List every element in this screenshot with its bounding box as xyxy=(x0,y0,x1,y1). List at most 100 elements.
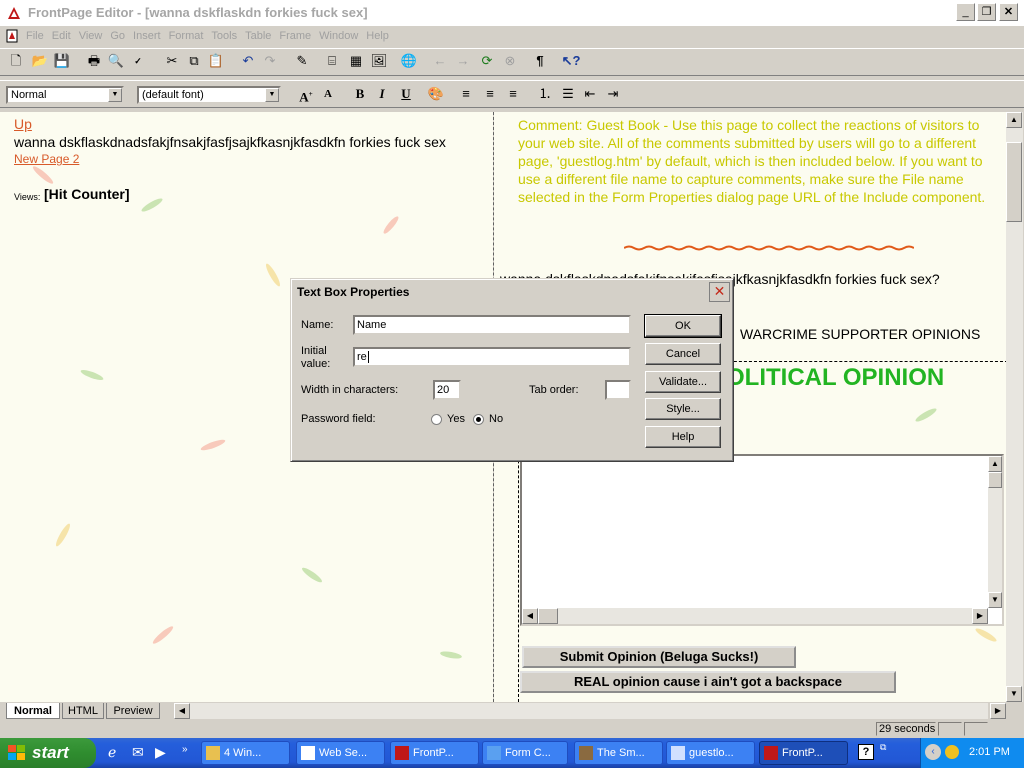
width-field[interactable]: 20 xyxy=(433,380,461,400)
menu-file[interactable]: File xyxy=(22,27,48,45)
start-button[interactable]: start xyxy=(0,738,96,768)
minimize-button[interactable]: _ xyxy=(956,3,975,21)
bulleted-list-icon[interactable]: ☰ xyxy=(558,84,578,104)
ok-button[interactable]: OK xyxy=(644,314,722,338)
name-field[interactable]: Name xyxy=(353,315,631,335)
forward-icon[interactable]: → xyxy=(453,51,473,71)
task-the-sm[interactable]: The Sm... xyxy=(574,741,663,765)
show-paragraph-icon[interactable]: ¶ xyxy=(530,51,550,71)
submit-opinion-button[interactable]: Submit Opinion (Beluga Sucks!) xyxy=(522,646,796,668)
cancel-button[interactable]: Cancel xyxy=(645,343,721,365)
textarea-vscroll[interactable]: ▲ ▼ xyxy=(988,456,1002,608)
menu-table[interactable]: Table xyxy=(241,27,275,45)
task-windows-explorer[interactable]: 4 Win... xyxy=(201,741,290,765)
document-icon[interactable] xyxy=(4,28,20,44)
increase-font-icon[interactable]: A+ xyxy=(296,84,316,104)
menu-view[interactable]: View xyxy=(75,27,107,45)
underline-button[interactable]: U xyxy=(396,84,416,104)
close-button[interactable]: ✕ xyxy=(999,3,1018,21)
right-frame-scrollbar[interactable]: ▲ ▼ xyxy=(1006,112,1023,702)
print-preview-icon[interactable]: 🔍 xyxy=(106,51,126,71)
hyperlink-icon[interactable]: 🌐 xyxy=(399,51,419,71)
scroll-left-icon[interactable]: ◀ xyxy=(522,608,538,624)
help-button[interactable]: Help xyxy=(645,426,721,448)
stop-icon[interactable]: ⊗ xyxy=(500,51,520,71)
save-icon[interactable]: 💾 xyxy=(52,51,72,71)
scroll-right-icon[interactable]: ▶ xyxy=(990,703,1006,719)
menu-go[interactable]: Go xyxy=(106,27,129,45)
real-opinion-button[interactable]: REAL opinion cause i ain't got a backspa… xyxy=(520,671,896,693)
ie-icon[interactable]: ℯ xyxy=(108,744,126,762)
password-yes-label[interactable]: Yes xyxy=(447,413,465,425)
tab-order-field[interactable] xyxy=(605,380,631,400)
help-pointer-icon[interactable]: ↖? xyxy=(561,51,581,71)
menu-format[interactable]: Format xyxy=(165,27,208,45)
close-icon[interactable]: ✕ xyxy=(709,282,730,302)
main-hscroll-track[interactable] xyxy=(190,703,988,719)
align-center-icon[interactable]: ≡ xyxy=(480,84,500,104)
password-no-label[interactable]: No xyxy=(489,413,503,425)
menu-edit[interactable]: Edit xyxy=(48,27,75,45)
numbered-list-icon[interactable]: ⒈ xyxy=(535,84,555,104)
task-frontpage-active[interactable]: FrontP... xyxy=(759,741,848,765)
paste-icon[interactable]: 📋 xyxy=(206,51,226,71)
menu-help[interactable]: Help xyxy=(362,27,393,45)
scroll-thumb[interactable] xyxy=(988,472,1002,488)
open-folder-icon[interactable]: 📂 xyxy=(30,51,50,71)
undo-icon[interactable]: ↶ xyxy=(238,51,258,71)
spelling-icon[interactable]: ✓ xyxy=(128,51,148,71)
help-question-icon[interactable]: ? xyxy=(858,744,874,760)
tab-normal[interactable]: Normal xyxy=(6,703,60,719)
initial-value-field[interactable]: re xyxy=(353,347,631,367)
scroll-down-icon[interactable]: ▼ xyxy=(1006,686,1022,702)
insert-table-icon[interactable]: ▦ xyxy=(346,51,366,71)
tab-html[interactable]: HTML xyxy=(62,703,104,719)
increase-indent-icon[interactable]: ⇥ xyxy=(603,84,623,104)
validate-button[interactable]: Validate... xyxy=(645,371,721,393)
decrease-font-icon[interactable]: A xyxy=(318,84,338,104)
font-dropdown[interactable]: (default font) ▼ xyxy=(137,86,281,104)
copy-icon[interactable]: ⧉ xyxy=(184,51,204,71)
task-guestlog[interactable]: guestlo... xyxy=(666,741,755,765)
chevron-down-icon[interactable]: ▼ xyxy=(265,88,279,102)
task-form-c[interactable]: Form C... xyxy=(482,741,568,765)
text-color-icon[interactable]: 🎨 xyxy=(426,84,446,104)
opinion-textarea[interactable]: ▲ ▼ ◀ ▶ xyxy=(520,454,1004,626)
align-left-icon[interactable]: ≡ xyxy=(456,84,476,104)
align-right-icon[interactable]: ≡ xyxy=(503,84,523,104)
hit-counter-component[interactable]: [Hit Counter] xyxy=(44,186,130,202)
scroll-right-icon[interactable]: ▶ xyxy=(972,608,988,624)
scroll-up-icon[interactable]: ▲ xyxy=(988,456,1002,472)
back-icon[interactable]: ← xyxy=(430,51,450,71)
restore-button[interactable]: ❐ xyxy=(977,3,996,21)
frontpage-app-icon[interactable] xyxy=(6,5,22,21)
menu-insert[interactable]: Insert xyxy=(129,27,165,45)
menu-frame[interactable]: Frame xyxy=(275,27,315,45)
form-field-icon[interactable]: ⌸ xyxy=(322,51,342,71)
new-page-2-link[interactable]: New Page 2 xyxy=(14,152,79,166)
outlook-icon[interactable]: ✉ xyxy=(132,744,150,762)
scroll-up-icon[interactable]: ▲ xyxy=(1006,112,1022,128)
menu-window[interactable]: Window xyxy=(315,27,362,45)
decrease-indent-icon[interactable]: ⇤ xyxy=(580,84,600,104)
tray-security-icon[interactable] xyxy=(945,745,959,759)
media-player-icon[interactable]: ▶ xyxy=(155,744,173,762)
tab-preview[interactable]: Preview xyxy=(106,703,160,719)
up-link[interactable]: Up xyxy=(14,116,32,132)
scroll-left-icon[interactable]: ◀ xyxy=(174,703,190,719)
redo-icon[interactable]: ↷ xyxy=(260,51,280,71)
print-icon[interactable]: 🖶 xyxy=(84,51,104,71)
password-yes-radio[interactable] xyxy=(431,414,442,425)
menu-tools[interactable]: Tools xyxy=(207,27,241,45)
task-frontpage-1[interactable]: FrontP... xyxy=(390,741,479,765)
style-dropdown[interactable]: Normal ▼ xyxy=(6,86,124,104)
style-button[interactable]: Style... xyxy=(645,398,721,420)
chevron-down-icon[interactable]: ▼ xyxy=(108,88,122,102)
password-no-radio[interactable] xyxy=(473,414,484,425)
insert-image-icon[interactable]: 🖼 xyxy=(369,51,389,71)
hscroll-thumb[interactable] xyxy=(538,608,558,624)
italic-button[interactable]: I xyxy=(372,84,392,104)
scroll-thumb[interactable] xyxy=(1006,142,1022,222)
quicklaunch-chevron-icon[interactable]: » xyxy=(182,744,194,762)
bold-button[interactable]: B xyxy=(350,84,370,104)
